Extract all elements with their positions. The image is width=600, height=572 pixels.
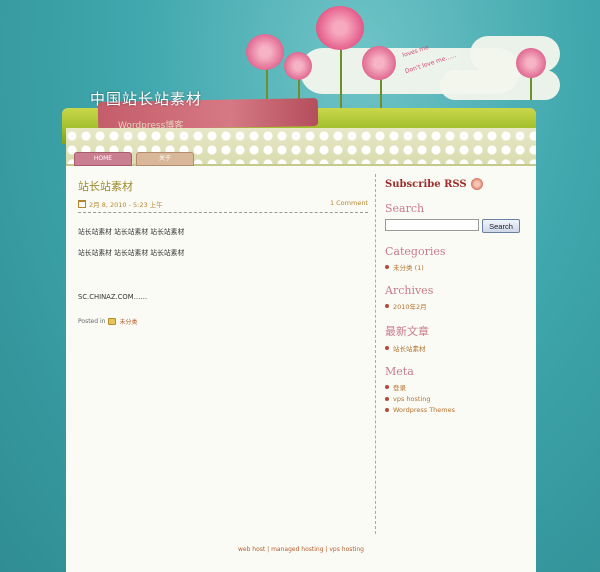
flower-stem (340, 40, 342, 110)
categories-widget: Categories 未分类 (1) (385, 245, 525, 272)
content-area: 站长站素材 2月 8, 2010 - 5:23 上午 1 Comment 站长站… (66, 166, 536, 572)
flower-icon (516, 48, 546, 78)
post: 站长站素材 2月 8, 2010 - 5:23 上午 1 Comment 站长站… (78, 178, 368, 326)
flower-icon (316, 6, 364, 50)
archives-heading: Archives (385, 284, 434, 297)
bullet-icon (385, 346, 389, 350)
sidebar: Subscribe RSS Search Search Categories 未… (385, 178, 525, 414)
page-background: { "header": { "blog_title": "中国站长站素材", "… (0, 0, 600, 572)
comments-link[interactable]: 1 Comment (330, 199, 368, 209)
category-link[interactable]: 未分类 (119, 317, 137, 326)
archives-list: 2010年2月 (385, 301, 525, 311)
main-nav: HOME 关于 (74, 152, 194, 166)
content-divider (375, 174, 376, 534)
list-item[interactable]: vps hosting (385, 395, 525, 403)
rss-icon (470, 178, 483, 190)
archive-label: 2010年2月 (393, 303, 427, 311)
post-title[interactable]: 站长站素材 (78, 178, 368, 194)
search-row: Search (385, 219, 525, 233)
post-meta: 2月 8, 2010 - 5:23 上午 1 Comment (78, 199, 368, 213)
search-widget: Search Search (385, 202, 525, 233)
blog-title[interactable]: 中国站长站素材 (90, 88, 202, 109)
posted-in: Posted in 未分类 (78, 317, 368, 326)
categories-list: 未分类 (1) (385, 262, 525, 272)
meta-label: Wordpress Themes (393, 406, 456, 414)
search-input[interactable] (385, 219, 479, 231)
calendar-icon (78, 200, 86, 208)
bullet-icon (385, 304, 389, 308)
list-item[interactable]: 站长站素材 (385, 343, 525, 353)
subscribe-rss-link[interactable]: Subscribe RSS (385, 178, 525, 190)
meta-list: 登录 vps hosting Wordpress Themes (385, 382, 525, 414)
category-label: 未分类 (1) (393, 264, 424, 272)
meta-label: 登录 (393, 384, 406, 392)
bullet-icon (385, 385, 389, 389)
flower-icon (284, 52, 312, 80)
tab-home[interactable]: HOME (74, 152, 132, 166)
meta-heading: Meta (385, 365, 414, 378)
post-body: 站长站素材 站长站素材 站长站素材 站长站素材 站长站素材 站长站素材 SC.C… (78, 226, 368, 301)
list-item[interactable]: Wordpress Themes (385, 406, 525, 414)
meta-label: vps hosting (393, 395, 431, 403)
post-date: 2月 8, 2010 - 5:23 上午 (78, 199, 163, 209)
list-item[interactable]: 未分类 (1) (385, 262, 525, 272)
bullet-icon (385, 397, 389, 401)
recent-posts-list: 站长站素材 (385, 343, 525, 353)
archives-widget: Archives 2010年2月 (385, 284, 525, 311)
search-button[interactable]: Search (482, 219, 520, 233)
post-paragraph: 站长站素材 站长站素材 站长站素材 (78, 228, 185, 236)
post-paragraph: SC.CHINAZ.COM…… (78, 293, 148, 301)
cloud (470, 36, 560, 72)
footer-links[interactable]: web host | managed hosting | vps hosting (66, 546, 536, 553)
folder-icon (108, 318, 117, 325)
rss-label: Subscribe RSS (385, 178, 467, 190)
recent-posts-widget: 最新文章 站长站素材 (385, 323, 525, 353)
list-item[interactable]: 登录 (385, 382, 525, 392)
cloud (440, 70, 560, 100)
flower-icon (246, 34, 284, 70)
bullet-icon (385, 265, 389, 269)
recent-post-label: 站长站素材 (393, 345, 426, 353)
meta-widget: Meta 登录 vps hosting Wordpress Themes (385, 365, 525, 414)
post-paragraph: 站长站素材 站长站素材 站长站素材 (78, 249, 185, 257)
post-date-text: 2月 8, 2010 - 5:23 上午 (89, 201, 163, 209)
categories-heading: Categories (385, 245, 446, 258)
flower-icon (362, 46, 396, 80)
recent-posts-heading: 最新文章 (385, 325, 429, 338)
tab-about[interactable]: 关于 (136, 152, 194, 166)
posted-in-label: Posted in (78, 318, 106, 325)
blog-tagline: Wordpress博客 (118, 121, 184, 131)
search-heading: Search (385, 202, 425, 215)
bullet-icon (385, 408, 389, 412)
list-item[interactable]: 2010年2月 (385, 301, 525, 311)
